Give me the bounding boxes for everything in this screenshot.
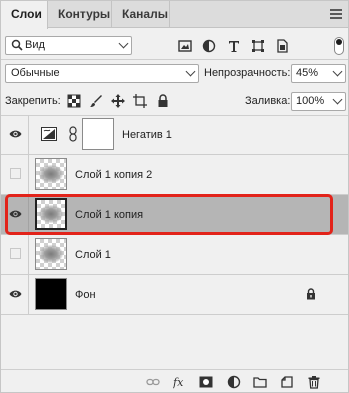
delete-icon[interactable] (307, 375, 321, 389)
layer-name: Фон (75, 289, 96, 301)
fill-field[interactable]: 100% (291, 92, 346, 111)
chevron-down-icon (185, 66, 196, 77)
chevron-down-icon (332, 94, 343, 105)
lock-artboard-icon[interactable] (133, 94, 147, 108)
eye-icon (9, 130, 22, 138)
opacity-value: 45% (296, 67, 319, 79)
filter-kind-label: Вид (25, 39, 45, 51)
fill-value: 100% (296, 95, 325, 107)
layer-mask-thumbnail[interactable] (82, 118, 114, 150)
layers-panel: Слои Контуры Каналы Вид Обычные Непрозра… (0, 0, 349, 393)
layer-thumbnail (35, 158, 67, 190)
layer-row[interactable]: Слой 1 (1, 235, 348, 275)
tab-channels[interactable]: Каналы (112, 1, 170, 28)
smart-object-filter-icon[interactable] (275, 39, 289, 53)
visibility-off-box (10, 168, 21, 179)
lock-transparency-icon[interactable] (67, 94, 81, 108)
tab-bar: Слои Контуры Каналы (1, 1, 348, 29)
filter-kind-select[interactable]: Вид (5, 36, 132, 55)
layer-row[interactable]: Фон (1, 275, 348, 315)
eye-icon (9, 290, 22, 298)
new-group-icon[interactable] (253, 375, 267, 389)
opacity-label: Непрозрачность: (204, 67, 291, 79)
chain-link-icon[interactable] (69, 126, 77, 142)
tab-layers[interactable]: Слои (1, 1, 48, 29)
new-layer-icon[interactable] (280, 375, 294, 389)
visibility-toggle[interactable] (1, 275, 29, 314)
layer-row[interactable]: Негатив 1 (1, 115, 348, 155)
chevron-down-icon (332, 66, 343, 77)
filter-row: Вид (1, 34, 348, 58)
visibility-toggle[interactable] (1, 235, 29, 274)
image-filter-icon[interactable] (178, 39, 192, 53)
shape-filter-icon[interactable] (251, 39, 265, 53)
blend-mode-value: Обычные (11, 67, 60, 79)
layer-thumbnail (35, 238, 67, 270)
visibility-toggle[interactable] (1, 155, 29, 194)
selection-highlight (5, 194, 333, 235)
divider (1, 59, 348, 60)
type-filter-icon[interactable] (227, 39, 241, 53)
bottom-toolbar: fx (1, 369, 348, 393)
filter-toggle[interactable] (334, 37, 344, 55)
new-adjustment-icon[interactable] (227, 375, 241, 389)
layer-name: Слой 1 (75, 249, 111, 261)
adjustment-filter-icon[interactable] (202, 39, 216, 53)
svg-text:fx: fx (173, 376, 184, 389)
layer-name: Негатив 1 (122, 129, 172, 141)
link-layers-icon[interactable] (146, 375, 160, 389)
add-mask-icon[interactable] (199, 375, 213, 389)
blend-mode-select[interactable]: Обычные (5, 64, 199, 83)
invert-adjustment-icon (41, 127, 57, 141)
visibility-toggle[interactable] (1, 115, 29, 154)
search-icon (11, 39, 23, 51)
lock-all-icon[interactable] (156, 94, 170, 108)
tab-paths[interactable]: Контуры (48, 1, 112, 28)
chevron-down-icon (118, 38, 129, 49)
fill-label: Заливка: (245, 95, 291, 107)
layer-name: Слой 1 копия 2 (75, 169, 153, 181)
fx-icon[interactable]: fx (173, 375, 187, 389)
lock-icon (307, 288, 315, 300)
layer-row[interactable]: Слой 1 копия 2 (1, 155, 348, 195)
panel-menu-icon[interactable] (330, 9, 342, 19)
layer-thumbnail (35, 278, 67, 310)
lock-position-move-icon[interactable] (111, 94, 125, 108)
lock-pixels-brush-icon[interactable] (89, 94, 103, 108)
visibility-off-box (10, 248, 21, 259)
lock-label: Закрепить: (5, 95, 61, 107)
opacity-field[interactable]: 45% (291, 64, 346, 83)
